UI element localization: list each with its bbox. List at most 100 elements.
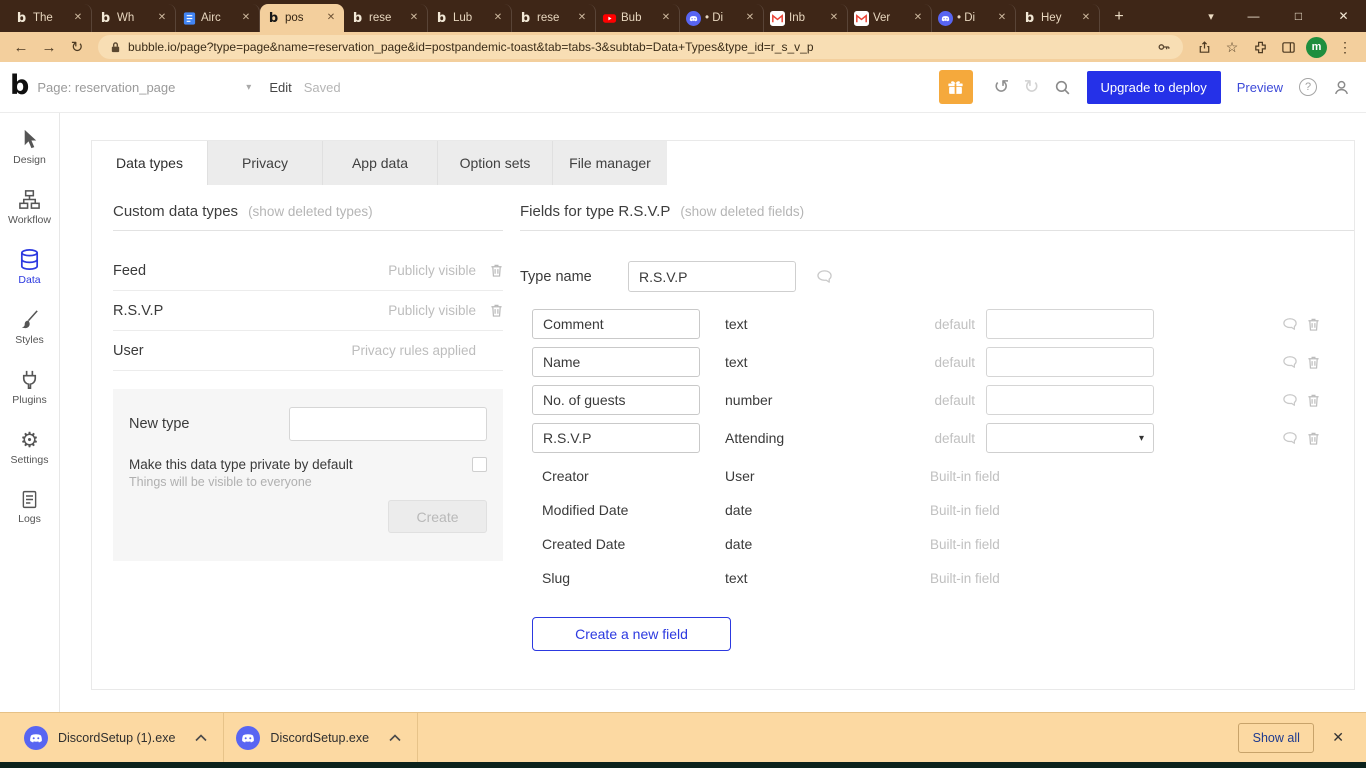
help-button[interactable]: ? <box>1299 78 1317 96</box>
field-name-input[interactable] <box>532 385 700 415</box>
field-type[interactable]: text <box>725 354 905 370</box>
browser-tab[interactable]: b Hey ✕ <box>1016 4 1100 32</box>
page-selector[interactable]: Page: reservation_page ▾ <box>37 80 251 95</box>
tab-close-icon[interactable]: ✕ <box>239 11 253 25</box>
tab-file-manager[interactable]: File manager <box>552 141 667 185</box>
edit-menu[interactable]: Edit <box>269 80 291 95</box>
tab-close-icon[interactable]: ✕ <box>491 11 505 25</box>
download-item[interactable]: DiscordSetup (1).exe <box>12 713 225 762</box>
comment-bubble-icon[interactable] <box>1282 317 1298 331</box>
bookmark-star-icon[interactable]: ☆ <box>1219 34 1245 60</box>
show-all-button[interactable]: Show all <box>1238 722 1315 753</box>
trash-icon[interactable] <box>490 303 503 318</box>
create-new-field-button[interactable]: Create a new field <box>532 617 731 651</box>
preview-link[interactable]: Preview <box>1237 80 1283 95</box>
chevron-up-icon[interactable] <box>195 733 207 742</box>
browser-tab[interactable]: b Wh ✕ <box>92 4 176 32</box>
default-value-input[interactable] <box>986 309 1154 339</box>
field-type[interactable]: text <box>725 316 905 332</box>
comment-bubble-icon[interactable] <box>1282 355 1298 369</box>
account-button[interactable] <box>1333 79 1350 96</box>
field-name-input[interactable] <box>532 309 700 339</box>
private-checkbox[interactable] <box>472 457 487 472</box>
field-type[interactable]: number <box>725 392 905 408</box>
sidebar-item-workflow[interactable]: Workflow <box>0 177 59 237</box>
browser-tab[interactable]: b The ✕ <box>8 4 92 32</box>
default-value-input[interactable] <box>986 347 1154 377</box>
tab-data-types[interactable]: Data types <box>92 141 207 185</box>
tab-close-icon[interactable]: ✕ <box>155 11 169 25</box>
trash-icon[interactable] <box>1307 355 1320 370</box>
search-button[interactable] <box>1047 79 1079 96</box>
side-panel-icon[interactable] <box>1275 34 1301 60</box>
tab-search-button[interactable]: ▾ <box>1191 0 1231 32</box>
share-icon[interactable] <box>1191 34 1217 60</box>
back-button[interactable]: ← <box>8 34 34 60</box>
browser-tab[interactable]: b rese ✕ <box>512 4 596 32</box>
window-close-button[interactable]: ✕ <box>1321 0 1366 32</box>
reload-button[interactable]: ↻ <box>64 34 90 60</box>
minimize-button[interactable]: — <box>1231 0 1276 32</box>
download-item[interactable]: DiscordSetup.exe <box>224 713 419 762</box>
comment-bubble-icon[interactable] <box>1282 393 1298 407</box>
tab-close-icon[interactable]: ✕ <box>743 11 757 25</box>
url-omnibox[interactable]: bubble.io/page?type=page&name=reservatio… <box>98 35 1183 59</box>
browser-tab[interactable]: Airc ✕ <box>176 4 260 32</box>
tab-privacy[interactable]: Privacy <box>207 141 322 185</box>
downloads-close-icon[interactable]: ✕ <box>1332 729 1344 746</box>
tab-close-icon[interactable]: ✕ <box>407 11 421 25</box>
type-row-user[interactable]: User Privacy rules applied <box>113 331 503 371</box>
upgrade-to-deploy-button[interactable]: Upgrade to deploy <box>1086 70 1221 104</box>
trash-icon[interactable] <box>1307 317 1320 332</box>
new-type-input[interactable] <box>289 407 487 441</box>
browser-tab-active[interactable]: b pos ✕ <box>260 4 344 32</box>
lock-icon[interactable] <box>110 41 121 54</box>
tab-close-icon[interactable]: ✕ <box>659 11 673 25</box>
create-type-button[interactable]: Create <box>388 500 487 533</box>
chevron-up-icon[interactable] <box>389 733 401 742</box>
trash-icon[interactable] <box>1307 431 1320 446</box>
tab-close-icon[interactable]: ✕ <box>324 11 338 25</box>
browser-tab[interactable]: Bub ✕ <box>596 4 680 32</box>
sidebar-item-data[interactable]: Data <box>0 237 59 297</box>
field-type[interactable]: Attending <box>725 430 905 446</box>
sidebar-item-plugins[interactable]: Plugins <box>0 357 59 417</box>
browser-tab[interactable]: • Di ✕ <box>680 4 764 32</box>
password-key-icon[interactable] <box>1157 40 1171 54</box>
tab-close-icon[interactable]: ✕ <box>71 11 85 25</box>
new-tab-button[interactable]: + <box>1106 4 1132 30</box>
tab-close-icon[interactable]: ✕ <box>911 11 925 25</box>
trash-icon[interactable] <box>490 263 503 278</box>
comment-bubble-icon[interactable] <box>1282 431 1298 445</box>
comment-bubble-icon[interactable] <box>816 269 833 284</box>
undo-button[interactable]: ↺ <box>987 76 1017 99</box>
browser-tab[interactable]: b rese ✕ <box>344 4 428 32</box>
trash-icon[interactable] <box>1307 393 1320 408</box>
type-name-input[interactable] <box>628 261 796 292</box>
tab-close-icon[interactable]: ✕ <box>575 11 589 25</box>
browser-tab[interactable]: Ver ✕ <box>848 4 932 32</box>
field-name-input[interactable] <box>532 423 700 453</box>
maximize-button[interactable]: □ <box>1276 0 1321 32</box>
tab-option-sets[interactable]: Option sets <box>437 141 552 185</box>
sidebar-item-styles[interactable]: Styles <box>0 297 59 357</box>
type-row-rsvp[interactable]: R.S.V.P Publicly visible <box>113 291 503 331</box>
show-deleted-types-link[interactable]: (show deleted types) <box>248 204 373 219</box>
sidebar-item-logs[interactable]: Logs <box>0 477 59 537</box>
forward-button[interactable]: → <box>36 34 62 60</box>
browser-tab[interactable]: b Lub ✕ <box>428 4 512 32</box>
profile-avatar[interactable]: m <box>1306 36 1327 58</box>
field-name-input[interactable] <box>532 347 700 377</box>
sidebar-item-design[interactable]: Design <box>0 117 59 177</box>
show-deleted-fields-link[interactable]: (show deleted fields) <box>680 204 804 219</box>
default-value-dropdown[interactable]: ▾ <box>986 423 1154 453</box>
tab-close-icon[interactable]: ✕ <box>827 11 841 25</box>
tab-app-data[interactable]: App data <box>322 141 437 185</box>
redo-button[interactable]: ↻ <box>1017 76 1047 99</box>
default-value-input[interactable] <box>986 385 1154 415</box>
browser-menu-icon[interactable]: ⋮ <box>1332 34 1358 60</box>
browser-tab[interactable]: Inb ✕ <box>764 4 848 32</box>
gift-button[interactable] <box>938 70 973 104</box>
tab-close-icon[interactable]: ✕ <box>995 11 1009 25</box>
extensions-puzzle-icon[interactable] <box>1247 34 1273 60</box>
